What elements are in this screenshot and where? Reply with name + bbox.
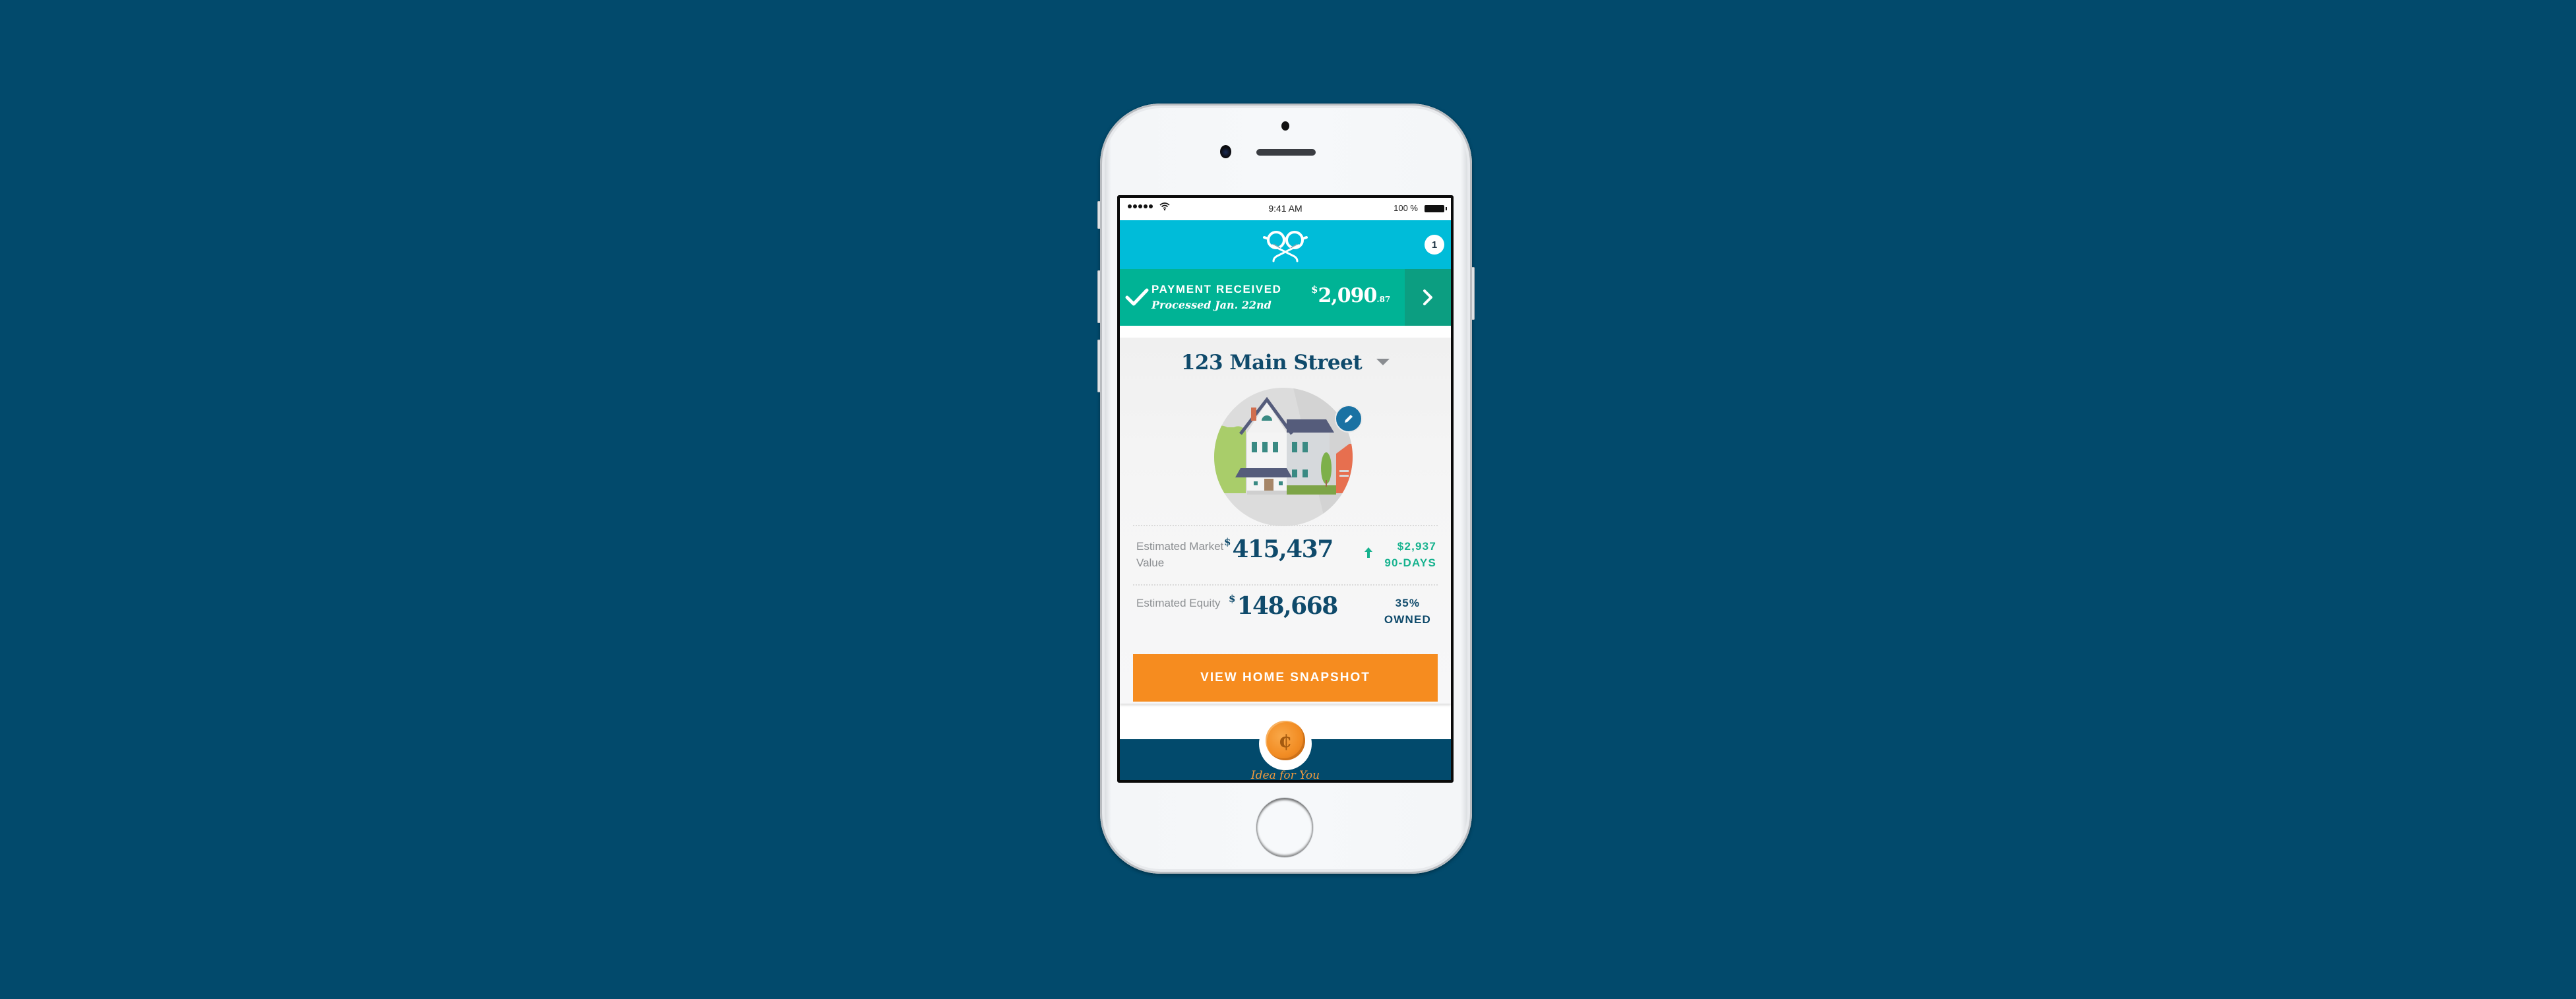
proximity-sensor (1281, 121, 1289, 131)
equity-owned: 35% OWNED (1384, 595, 1431, 628)
home-button[interactable] (1256, 798, 1313, 857)
market-value-amount: 415,437 (1232, 535, 1334, 563)
phone-screen: 9:41 AM 100 % 1 PAYMENT RECEIVED Process… (1117, 195, 1454, 783)
front-camera (1220, 145, 1231, 158)
change-amount: $2,937 (1397, 540, 1436, 553)
payment-details-button[interactable] (1405, 269, 1451, 326)
battery-icon (1425, 205, 1447, 212)
owned-percent: 35% (1395, 597, 1421, 609)
payment-amount: $2,090.87 (1311, 284, 1390, 307)
home-card: 123 Main Street Estimated Market Value $… (1120, 338, 1451, 704)
house-image-container (1214, 388, 1363, 526)
equity-label: Estimated Equity (1136, 597, 1221, 609)
phone-volume-down-button (1097, 340, 1101, 392)
chevron-right-icon (1423, 289, 1432, 305)
equity-row: Estimated Equity $148,668 35% OWNED (1120, 586, 1451, 638)
phone-volume-up-button (1097, 270, 1101, 323)
payment-banner[interactable]: PAYMENT RECEIVED Processed Jan. 22nd $2,… (1120, 269, 1451, 326)
equity-amount: 148,668 (1237, 592, 1338, 620)
edit-photo-button[interactable] (1335, 405, 1363, 433)
app-header: 1 (1120, 220, 1451, 269)
pencil-icon (1345, 415, 1353, 423)
coin-cent-icon[interactable]: ¢ (1266, 721, 1305, 760)
market-value-change: $2,937 90-DAYS (1384, 538, 1436, 571)
currency-symbol: $ (1224, 536, 1231, 548)
phone-mute-switch (1097, 201, 1101, 229)
change-period: 90-DAYS (1384, 557, 1436, 569)
idea-for-you-label[interactable]: Idea for You (1120, 769, 1451, 780)
currency-symbol: $ (1311, 284, 1318, 295)
chevron-down-icon (1376, 359, 1390, 365)
house-illustration (1214, 388, 1353, 526)
payment-processed-date: Processed Jan. 22nd (1151, 299, 1272, 311)
payment-title: PAYMENT RECEIVED (1151, 283, 1282, 295)
market-value: $415,437 (1224, 535, 1334, 563)
owned-label: OWNED (1384, 613, 1431, 626)
payment-amount-cents: .87 (1376, 295, 1391, 304)
address-selector[interactable]: 123 Main Street (1120, 351, 1451, 375)
market-value-row: Estimated Market Value $415,437 $2,937 9… (1120, 529, 1451, 582)
arrow-up-icon (1365, 547, 1372, 558)
property-address: 123 Main Street (1181, 351, 1363, 375)
earpiece-speaker (1256, 149, 1316, 156)
market-value-label: Estimated Market Value (1136, 540, 1224, 569)
phone-power-button (1471, 267, 1475, 320)
glasses-logo-icon[interactable] (1262, 229, 1309, 264)
check-icon (1125, 288, 1149, 306)
battery-percent: 100 % (1394, 203, 1418, 213)
notification-badge[interactable]: 1 (1425, 235, 1444, 255)
currency-symbol: $ (1229, 593, 1236, 605)
equity-value: $148,668 (1229, 592, 1338, 620)
status-bar: 9:41 AM 100 % (1120, 198, 1451, 220)
view-home-snapshot-button[interactable]: VIEW HOME SNAPSHOT (1133, 654, 1438, 702)
payment-amount-dollars: 2,090 (1318, 284, 1377, 307)
divider (1133, 525, 1438, 526)
